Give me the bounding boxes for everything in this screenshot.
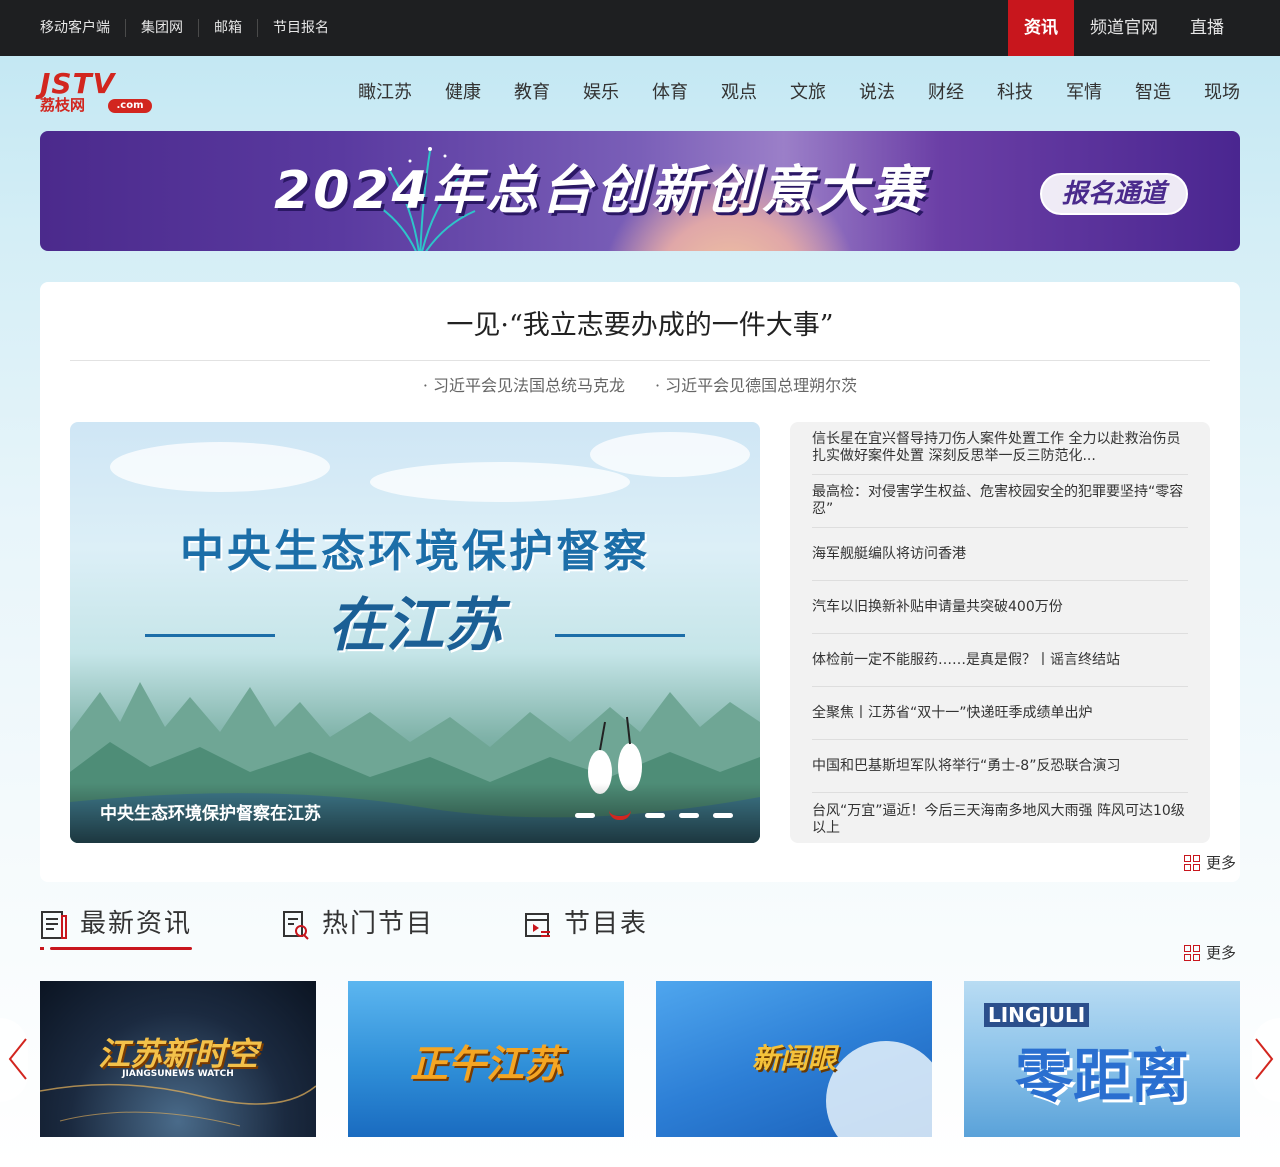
section-tabs: 最新资讯 热门节目 节目表 [40,905,738,955]
nav-item-onsite[interactable]: 现场 [1204,78,1240,108]
nav-item-culture-travel[interactable]: 文旅 [790,78,826,108]
program-subtitle: LINGJULI [984,1003,1090,1027]
tab-schedule[interactable]: 节目表 [524,905,648,955]
tab-live[interactable]: 直播 [1174,0,1240,56]
more-programs-link[interactable]: 更多 [1184,942,1236,963]
news-item[interactable]: 中国和巴基斯坦军队将举行“勇士-8”反恐联合演习 [812,740,1188,793]
news-list: 信长星在宜兴督导持刀伤人案件处置工作 全力以赴救治伤员 扎实做好案件处置 深刻反… [790,422,1210,843]
logo-chinese-name: 荔枝网 [40,96,86,114]
program-card[interactable]: 新闻眼 [656,981,932,1137]
tab-active-underline [50,947,192,950]
hot-program-icon [283,911,309,940]
slide-title: 中央生态环境保护督察 [180,526,650,577]
program-title: 新闻眼 [751,1042,836,1075]
slider-dot[interactable] [645,812,665,818]
nav-item-military[interactable]: 军情 [1066,78,1102,108]
tab-label: 最新资讯 [80,909,193,939]
nav-item-tech[interactable]: 科技 [997,78,1033,108]
program-carousel: 江苏新时空 JIANGSUNEWS WATCH 正午江苏 新闻眼 LINGJUL… [40,981,1240,1137]
nav-item-jiangsu[interactable]: 瞰江苏 [358,78,412,108]
more-label: 更多 [1206,944,1237,962]
headline-title[interactable]: 一见·“我立志要办成的一件大事” [70,302,1210,350]
grid-icon [1184,944,1200,961]
top-news-panel: 一见·“我立志要办成的一件大事” · 习近平会见法国总统马克龙 · 习近平会见德… [40,282,1240,882]
mobile-client-link[interactable]: 移动客户端 [40,19,125,37]
top-bar: 移动客户端 集团网 邮箱 节目报名 资讯 频道官网 直播 [0,0,1280,56]
headline-subheads: · 习近平会见法国总统马克龙 · 习近平会见德国总理朔尔茨 [70,374,1210,398]
carousel-prev-arrow[interactable] [4,1035,32,1083]
program-signup-link[interactable]: 节目报名 [257,19,344,37]
news-item[interactable]: 全聚焦丨江苏省“双十一”快递旺季成绩单出炉 [812,687,1188,740]
program-title: 零距离 [1014,1042,1189,1110]
logo-wordmark: JSTV [40,67,116,100]
grid-icon [1184,854,1200,871]
program-card[interactable]: 正午江苏 [348,981,624,1137]
program-subtitle: JIANGSUNEWS WATCH [122,1069,234,1079]
group-site-link[interactable]: 集团网 [125,19,198,37]
cloud-decoration [110,442,330,492]
program-title: 正午江苏 [409,1042,562,1086]
cloud-decoration [370,462,630,502]
slider-dot[interactable] [713,812,733,818]
signup-channel-button[interactable]: 报名通道 [1040,173,1188,215]
news-item[interactable]: 海军舰艇编队将访问香港 [812,528,1188,581]
banner-title: 2024年总台创新创意大赛 [274,161,926,221]
slide-caption: 中央生态环境保护督察在江苏 [100,804,321,824]
subhead-link[interactable]: · 习近平会见法国总统马克龙 [423,374,625,398]
slide-subtitle: 在江苏 [327,591,502,659]
top-utility-links: 移动客户端 集团网 邮箱 节目报名 [40,0,344,56]
program-card[interactable]: 江苏新时空 JIANGSUNEWS WATCH [40,981,316,1137]
site-logo[interactable]: JSTV 荔枝网 .com [40,70,152,114]
news-item[interactable]: 汽车以旧换新补贴申请量共突破400万份 [812,581,1188,634]
nav-item-education[interactable]: 教育 [514,78,550,108]
news-doc-icon [41,911,67,939]
carousel-next-arrow[interactable] [1250,1035,1278,1083]
nav-item-law[interactable]: 说法 [859,78,895,108]
slider-dot-active[interactable] [609,810,631,820]
more-news-link[interactable]: 更多 [1184,852,1236,873]
nav-item-entertainment[interactable]: 娱乐 [583,78,619,108]
promo-banner[interactable]: 2024年总台创新创意大赛 报名通道 [40,131,1240,251]
news-item[interactable]: 体检前一定不能服药……是真是假？丨谣言终结站 [812,634,1188,687]
slider-dot[interactable] [575,812,595,818]
news-item[interactable]: 最高检：对侵害学生权益、危害校园安全的犯罪要坚持“零容忍” [812,475,1188,528]
tab-hot-programs[interactable]: 热门节目 [282,905,434,955]
nav-item-finance[interactable]: 财经 [928,78,964,108]
cloud-decoration [590,432,750,477]
headline-divider [70,360,1210,361]
featured-slider[interactable]: 中央生态环境保护督察 在江苏 中央生态环境保护督察在江苏 [70,422,760,843]
tab-news[interactable]: 资讯 [1008,0,1074,56]
subhead-link[interactable]: · 习近平会见德国总理朔尔茨 [655,374,857,398]
program-card[interactable]: LINGJULI 零距离 [964,981,1240,1137]
nav-item-sports[interactable]: 体育 [652,78,688,108]
main-nav: 瞰江苏 健康 教育 娱乐 体育 观点 文旅 说法 财经 科技 军情 智造 现场 [325,78,1240,108]
slider-pagination [575,810,747,820]
tab-latest-news[interactable]: 最新资讯 [40,905,192,955]
logo-com-badge: .com [108,99,152,113]
tab-active-dot [40,947,44,950]
nav-item-manufacturing[interactable]: 智造 [1135,78,1171,108]
top-section-links: 资讯 频道官网 直播 [1008,0,1240,56]
tab-label: 节目表 [564,909,649,939]
mailbox-link[interactable]: 邮箱 [198,19,257,37]
more-label: 更多 [1206,854,1237,872]
news-item[interactable]: 信长星在宜兴督导持刀伤人案件处置工作 全力以赴救治伤员 扎实做好案件处置 深刻反… [812,422,1188,475]
schedule-icon [525,913,551,937]
nav-item-opinion[interactable]: 观点 [721,78,757,108]
tab-channel-sites[interactable]: 频道官网 [1074,0,1174,56]
news-item[interactable]: 台风“万宜”逼近！今后三天海南多地风大雨强 阵风可达10级以上 [812,793,1188,846]
nav-item-health[interactable]: 健康 [445,78,481,108]
tab-label: 热门节目 [322,909,435,939]
slider-dot[interactable] [679,812,699,818]
